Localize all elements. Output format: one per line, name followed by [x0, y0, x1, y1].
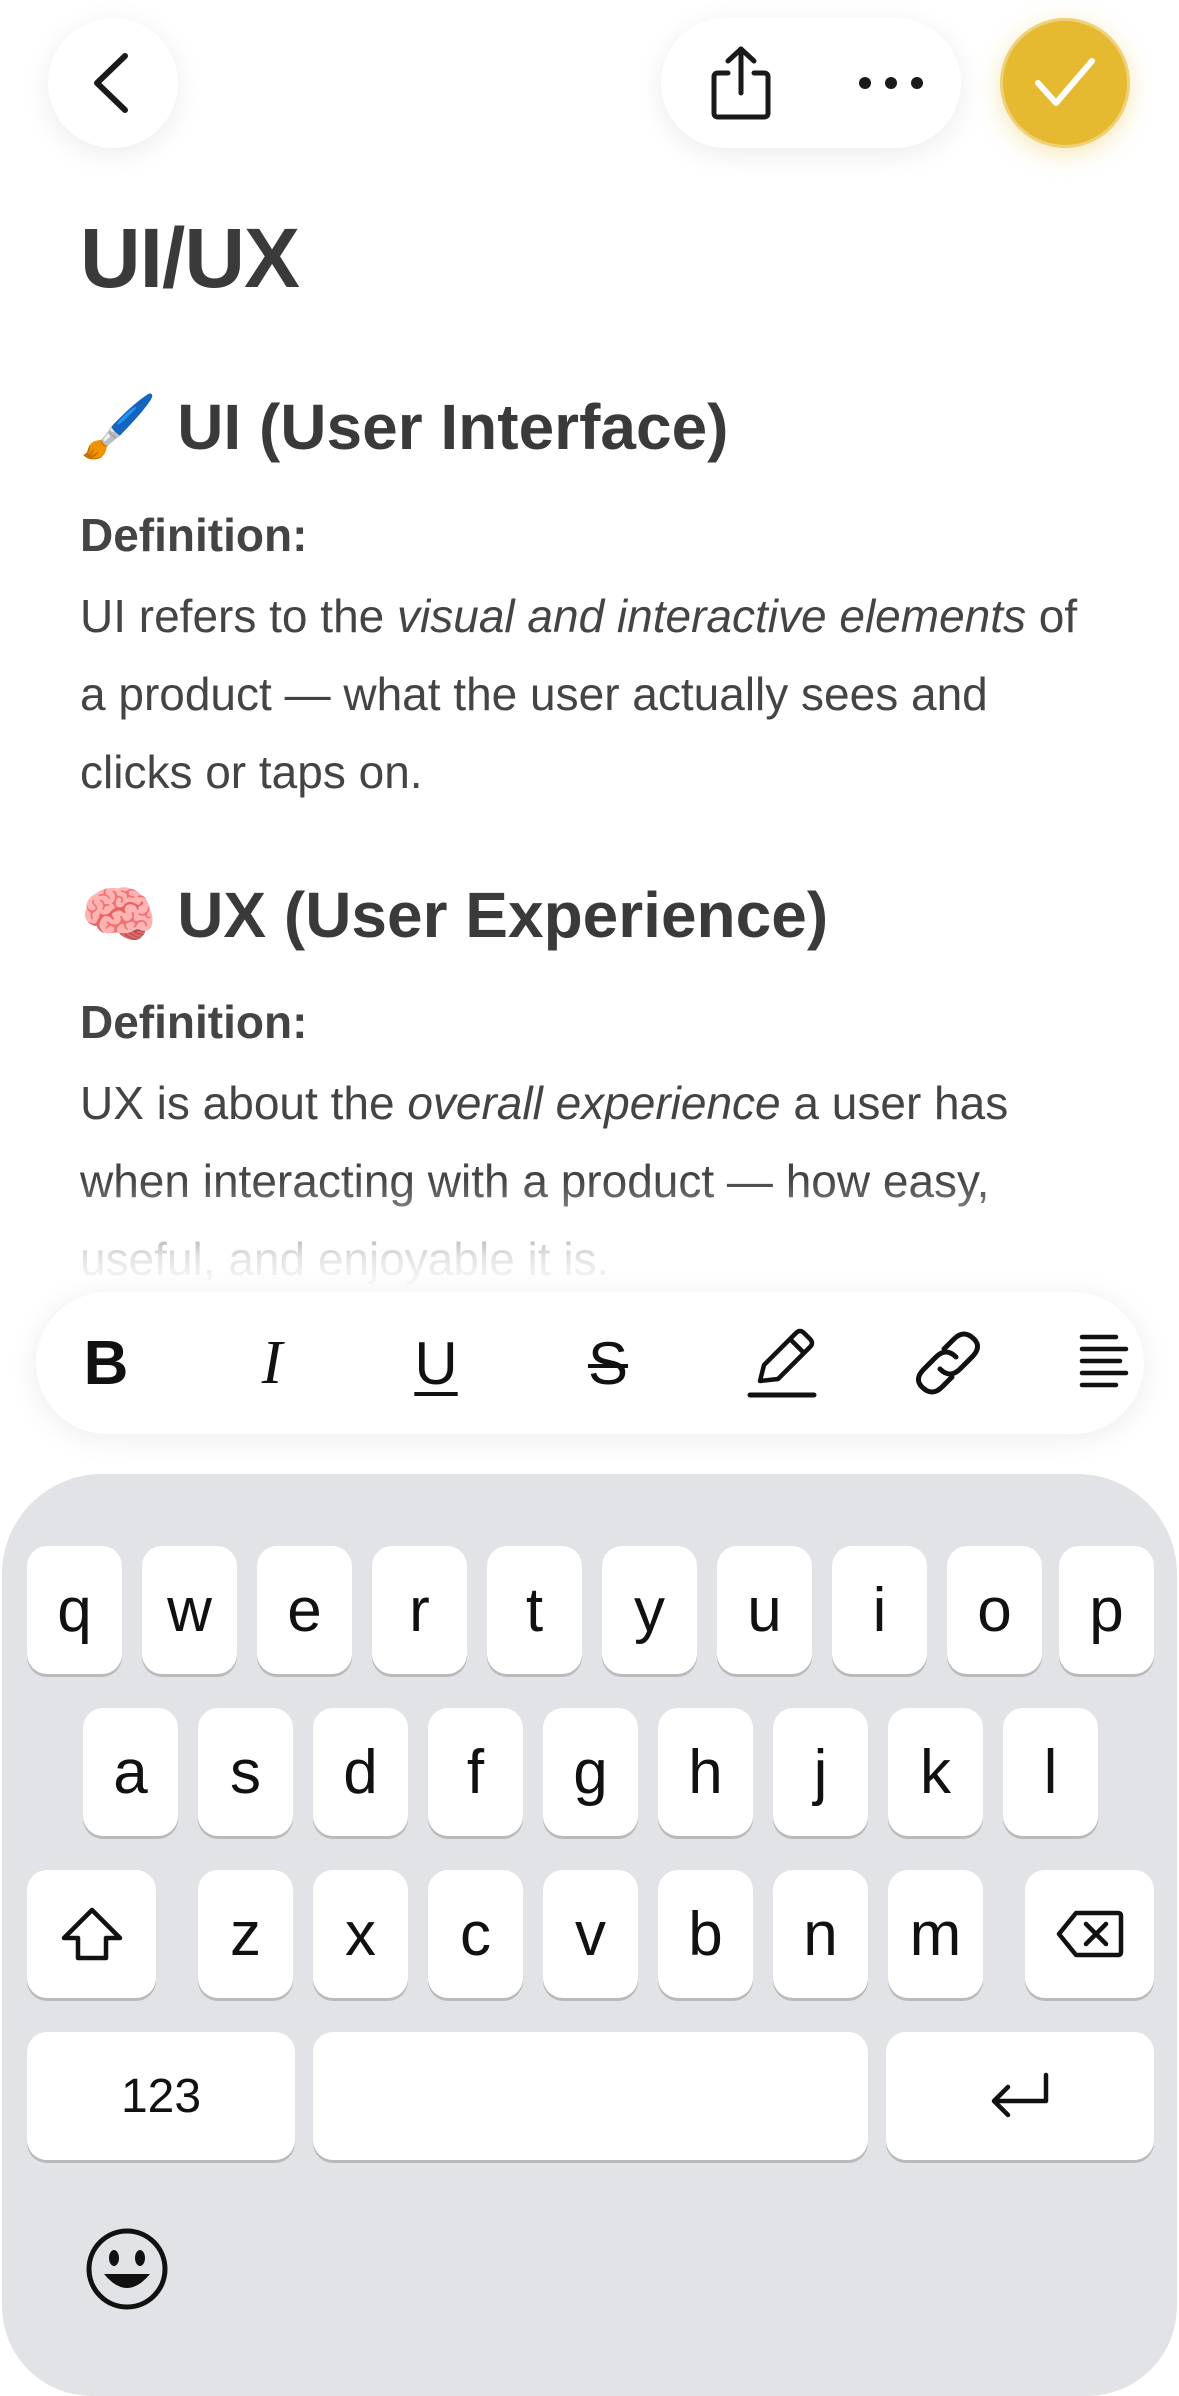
- key-g[interactable]: g: [543, 1708, 638, 1836]
- bold-button[interactable]: B: [56, 1313, 156, 1413]
- keyboard: q w e r t y u i o p a s d f g h j k l z …: [2, 1474, 1177, 2396]
- delete-key[interactable]: [1025, 1870, 1154, 1998]
- formatting-toolbar: B I U S: [36, 1292, 1144, 1434]
- space-key[interactable]: [313, 2032, 868, 2160]
- content-fade: [0, 1180, 1179, 1290]
- key-w[interactable]: w: [142, 1546, 237, 1674]
- shift-key[interactable]: [27, 1870, 156, 1998]
- return-key[interactable]: [886, 2032, 1154, 2160]
- section-heading-text: UX (User Experience): [177, 879, 829, 951]
- key-b[interactable]: b: [658, 1870, 753, 1998]
- back-button[interactable]: [48, 18, 178, 148]
- share-icon: [711, 46, 771, 120]
- key-l[interactable]: l: [1003, 1708, 1098, 1836]
- definition-label: Definition:: [80, 996, 308, 1048]
- checkmark-icon: [1035, 58, 1095, 106]
- numbers-key[interactable]: 123: [27, 2032, 295, 2160]
- brain-icon: 🧠: [80, 878, 158, 951]
- key-r[interactable]: r: [372, 1546, 467, 1674]
- definition-label: Definition:: [80, 509, 308, 561]
- share-button[interactable]: [691, 33, 791, 133]
- key-x[interactable]: x: [313, 1870, 408, 1998]
- delete-icon: [1056, 1910, 1123, 1958]
- key-i[interactable]: i: [832, 1546, 927, 1674]
- section-heading-ux: 🧠 UX (User Experience): [80, 878, 828, 952]
- definition-text-part: UI refers to the: [80, 590, 398, 642]
- pencil-icon: [747, 1328, 817, 1398]
- paragraph-align-icon: [1079, 1334, 1129, 1388]
- underline-button[interactable]: U: [386, 1313, 486, 1413]
- key-d[interactable]: d: [313, 1708, 408, 1836]
- chevron-left-icon: [94, 53, 128, 113]
- key-j[interactable]: j: [773, 1708, 868, 1836]
- definition-text-ui: UI refers to the visual and interactive …: [80, 577, 1100, 811]
- link-icon: [916, 1331, 980, 1395]
- key-y[interactable]: y: [602, 1546, 697, 1674]
- strikethrough-button[interactable]: S: [558, 1313, 658, 1413]
- key-u[interactable]: u: [717, 1546, 812, 1674]
- key-v[interactable]: v: [543, 1870, 638, 1998]
- definition-text-italic: overall experience: [407, 1077, 781, 1129]
- key-h[interactable]: h: [658, 1708, 753, 1836]
- top-bar: [0, 0, 1179, 190]
- key-k[interactable]: k: [888, 1708, 983, 1836]
- done-button[interactable]: [1000, 18, 1130, 148]
- key-c[interactable]: c: [428, 1870, 523, 1998]
- more-icon: [859, 77, 923, 89]
- definition-text-part: UX is about the: [80, 1077, 408, 1129]
- note-body[interactable]: UI/UX 🖌️ UI (User Interface) Definition:…: [80, 190, 1120, 1290]
- return-icon: [991, 2072, 1049, 2118]
- link-button[interactable]: [898, 1313, 998, 1413]
- key-s[interactable]: s: [198, 1708, 293, 1836]
- actions-pill: [661, 18, 961, 148]
- emoji-key[interactable]: [82, 2224, 172, 2314]
- key-a[interactable]: a: [83, 1708, 178, 1836]
- key-o[interactable]: o: [947, 1546, 1042, 1674]
- section-heading-text: UI (User Interface): [177, 391, 729, 463]
- key-q[interactable]: q: [27, 1546, 122, 1674]
- more-button[interactable]: [841, 33, 941, 133]
- section-heading-ui: 🖌️ UI (User Interface): [80, 390, 728, 464]
- key-e[interactable]: e: [257, 1546, 352, 1674]
- highlight-button[interactable]: [732, 1313, 832, 1413]
- note-title: UI/UX: [80, 211, 300, 305]
- paintbrush-icon: 🖌️: [80, 390, 158, 463]
- emoji-icon: [86, 2228, 168, 2310]
- key-z[interactable]: z: [198, 1870, 293, 1998]
- definition-text-italic: visual and interactive elements: [397, 590, 1027, 642]
- shift-icon: [61, 1907, 122, 1961]
- key-p[interactable]: p: [1059, 1546, 1154, 1674]
- key-m[interactable]: m: [888, 1870, 983, 1998]
- key-n[interactable]: n: [773, 1870, 868, 1998]
- key-t[interactable]: t: [487, 1546, 582, 1674]
- key-f[interactable]: f: [428, 1708, 523, 1836]
- paragraph-style-button[interactable]: [1056, 1313, 1144, 1413]
- italic-button[interactable]: I: [222, 1313, 322, 1413]
